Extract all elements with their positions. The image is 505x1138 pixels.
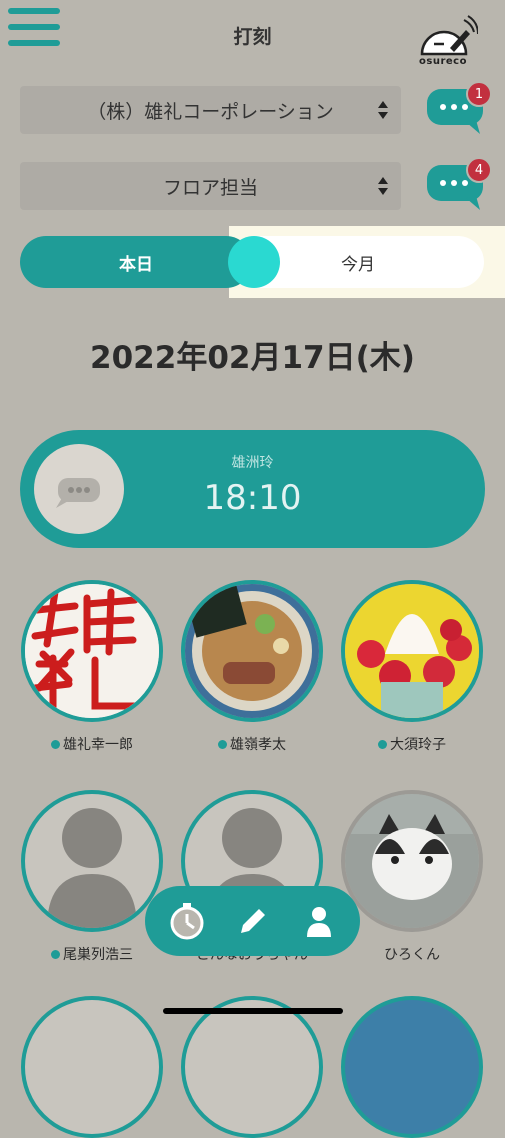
cat-photo	[345, 794, 479, 928]
notification-badge: 4	[466, 157, 492, 183]
member-avatar[interactable]	[341, 996, 483, 1138]
member-avatar[interactable]	[341, 790, 483, 932]
home-indicator	[163, 1008, 343, 1014]
member-avatar[interactable]	[181, 996, 323, 1138]
member-avatar[interactable]	[181, 580, 323, 722]
parfait-photo	[345, 584, 479, 718]
member-name: 雄嶺孝太	[230, 737, 286, 753]
member-label: ひろくん	[341, 944, 483, 964]
member-label: 雄嶺孝太	[181, 734, 323, 754]
online-dot	[51, 739, 60, 749]
member-label: 雄礼幸一郎	[21, 734, 163, 754]
select-arrows-icon	[378, 177, 388, 195]
hanko-seal-image	[25, 584, 159, 718]
ramen-photo	[185, 584, 319, 718]
logo-text: osureco	[419, 56, 467, 67]
online-dot	[378, 739, 387, 749]
select-arrows-icon	[378, 101, 388, 119]
member-name: 雄礼幸一郎	[63, 737, 133, 753]
person-placeholder-icon	[47, 808, 137, 928]
bottom-nav	[145, 886, 360, 956]
member-label: 大須玲子	[341, 734, 483, 754]
company-select[interactable]: （株）雄礼コーポレーション	[20, 86, 401, 134]
member-avatar[interactable]	[21, 996, 163, 1138]
pencil-icon[interactable]	[233, 901, 273, 941]
stopwatch-icon[interactable]	[167, 901, 207, 941]
notification-badge: 1	[466, 81, 492, 107]
online-dot	[218, 739, 227, 749]
current-date: 2022年02月17日(木)	[90, 340, 415, 376]
tab-today[interactable]: 本日	[20, 236, 252, 288]
period-toggle[interactable]: 今月 本日	[20, 226, 505, 298]
member-name: 尾巣列浩三	[63, 947, 133, 963]
member-avatar[interactable]	[341, 580, 483, 722]
punch-name: 雄洲玲	[231, 455, 274, 471]
role-select-value: フロア担当	[162, 176, 258, 199]
person-icon[interactable]	[299, 901, 339, 941]
online-dot	[51, 949, 60, 959]
member-name: 大須玲子	[390, 737, 446, 753]
company-select-value: （株）雄礼コーポレーション	[87, 100, 334, 123]
punch-card[interactable]: 雄洲玲 18:10	[20, 430, 485, 548]
punch-time: 18:10	[203, 478, 302, 518]
member-avatar[interactable]	[21, 580, 163, 722]
toggle-knob[interactable]	[228, 236, 280, 288]
member-avatar[interactable]	[21, 790, 163, 932]
member-label: 尾巣列浩三	[21, 944, 163, 964]
member-name: ひろくん	[384, 947, 440, 963]
role-select[interactable]: フロア担当	[20, 162, 401, 210]
